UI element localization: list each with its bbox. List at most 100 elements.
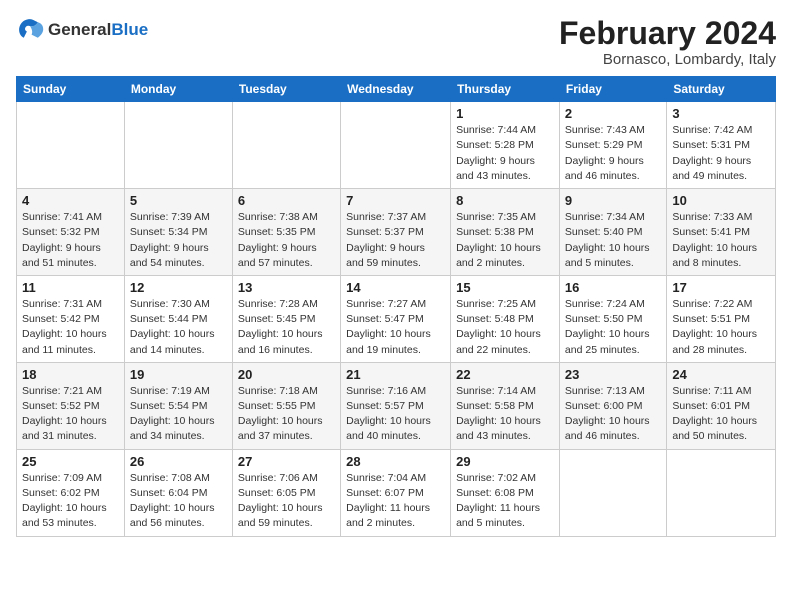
table-row: 21 Sunrise: 7:16 AMSunset: 5:57 PMDayligh… [341, 362, 451, 449]
month-title: February 2024 [559, 16, 776, 51]
col-saturday: Saturday [667, 77, 776, 102]
table-row: 20Sunrise: 7:18 AMSunset: 5:55 PMDayligh… [232, 362, 340, 449]
day-number: 10 [672, 193, 770, 208]
day-info: Sunrise: 7:04 AMSunset: 6:07 PMDaylight:… [346, 471, 445, 532]
day-info: Sunrise: 7:19 AMSunset: 5:54 PMDaylight:… [130, 384, 227, 445]
logo-bird-icon [16, 16, 44, 44]
day-number: 15 [456, 280, 554, 295]
col-sunday: Sunday [17, 77, 125, 102]
calendar-week-row: 4 Sunrise: 7:41 AMSunset: 5:32 PMDaylight… [17, 189, 776, 276]
day-number: 9 [565, 193, 661, 208]
table-row: 3 Sunrise: 7:42 AMSunset: 5:31 PMDaylight… [667, 102, 776, 189]
table-row: 18Sunrise: 7:21 AMSunset: 5:52 PMDayligh… [17, 362, 125, 449]
table-row: 8Sunrise: 7:35 AMSunset: 5:38 PMDaylight… [451, 189, 560, 276]
table-row: 22Sunrise: 7:14 AMSunset: 5:58 PMDayligh… [451, 362, 560, 449]
table-row: 29Sunrise: 7:02 AMSunset: 6:08 PMDayligh… [451, 449, 560, 536]
table-row: 17 Sunrise: 7:22 AMSunset: 5:51 PMDayligh… [667, 275, 776, 362]
col-tuesday: Tuesday [232, 77, 340, 102]
calendar-table: Sunday Monday Tuesday Wednesday Thursday… [16, 76, 776, 536]
logo-blue: Blue [111, 20, 148, 39]
table-row: 13Sunrise: 7:28 AMSunset: 5:45 PMDayligh… [232, 275, 340, 362]
table-row: 11 Sunrise: 7:31 AMSunset: 5:42 PMDayligh… [17, 275, 125, 362]
day-number: 12 [130, 280, 227, 295]
col-friday: Friday [559, 77, 666, 102]
day-number: 11 [22, 280, 119, 295]
table-row [667, 449, 776, 536]
logo-general: General [48, 20, 111, 39]
day-info: Sunrise: 7:39 AMSunset: 5:34 PMDaylight:… [130, 210, 227, 271]
day-number: 26 [130, 454, 227, 469]
col-monday: Monday [124, 77, 232, 102]
table-row: 10 Sunrise: 7:33 AMSunset: 5:41 PMDayligh… [667, 189, 776, 276]
table-row: 6Sunrise: 7:38 AMSunset: 5:35 PMDaylight… [232, 189, 340, 276]
table-row [17, 102, 125, 189]
day-info: Sunrise: 7:35 AMSunset: 5:38 PMDaylight:… [456, 210, 554, 271]
day-number: 17 [672, 280, 770, 295]
day-number: 2 [565, 106, 661, 121]
day-info: Sunrise: 7:44 AMSunset: 5:28 PMDaylight:… [456, 123, 554, 184]
calendar-header-row: Sunday Monday Tuesday Wednesday Thursday… [17, 77, 776, 102]
day-number: 3 [672, 106, 770, 121]
day-number: 28 [346, 454, 445, 469]
day-info: Sunrise: 7:11 AMSunset: 6:01 PMDaylight:… [672, 384, 770, 445]
day-info: Sunrise: 7:27 AMSunset: 5:47 PMDaylight:… [346, 297, 445, 358]
table-row [124, 102, 232, 189]
col-wednesday: Wednesday [341, 77, 451, 102]
day-number: 1 [456, 106, 554, 121]
table-row: 14 Sunrise: 7:27 AMSunset: 5:47 PMDayligh… [341, 275, 451, 362]
calendar-week-row: 1 Sunrise: 7:44 AMSunset: 5:28 PMDaylight… [17, 102, 776, 189]
day-info: Sunrise: 7:14 AMSunset: 5:58 PMDaylight:… [456, 384, 554, 445]
day-info: Sunrise: 7:08 AMSunset: 6:04 PMDaylight:… [130, 471, 227, 532]
table-row: 25 Sunrise: 7:09 AMSunset: 6:02 PMDayligh… [17, 449, 125, 536]
table-row: 15Sunrise: 7:25 AMSunset: 5:48 PMDayligh… [451, 275, 560, 362]
day-info: Sunrise: 7:37 AMSunset: 5:37 PMDaylight:… [346, 210, 445, 271]
day-number: 29 [456, 454, 554, 469]
day-number: 4 [22, 193, 119, 208]
table-row: 24 Sunrise: 7:11 AMSunset: 6:01 PMDayligh… [667, 362, 776, 449]
table-row: 2 Sunrise: 7:43 AMSunset: 5:29 PMDaylight… [559, 102, 666, 189]
day-info: Sunrise: 7:42 AMSunset: 5:31 PMDaylight:… [672, 123, 770, 184]
day-info: Sunrise: 7:30 AMSunset: 5:44 PMDaylight:… [130, 297, 227, 358]
header: GeneralBlue February 2024 Bornasco, Lomb… [16, 16, 776, 68]
day-info: Sunrise: 7:09 AMSunset: 6:02 PMDaylight:… [22, 471, 119, 532]
table-row: 5 Sunrise: 7:39 AMSunset: 5:34 PMDaylight… [124, 189, 232, 276]
day-number: 25 [22, 454, 119, 469]
location: Bornasco, Lombardy, Italy [559, 51, 776, 68]
day-info: Sunrise: 7:06 AMSunset: 6:05 PMDaylight:… [238, 471, 335, 532]
table-row: 7 Sunrise: 7:37 AMSunset: 5:37 PMDaylight… [341, 189, 451, 276]
day-number: 7 [346, 193, 445, 208]
page: GeneralBlue February 2024 Bornasco, Lomb… [0, 0, 792, 547]
day-info: Sunrise: 7:24 AMSunset: 5:50 PMDaylight:… [565, 297, 661, 358]
col-thursday: Thursday [451, 77, 560, 102]
day-number: 24 [672, 367, 770, 382]
table-row: 12 Sunrise: 7:30 AMSunset: 5:44 PMDayligh… [124, 275, 232, 362]
day-info: Sunrise: 7:43 AMSunset: 5:29 PMDaylight:… [565, 123, 661, 184]
table-row [341, 102, 451, 189]
day-number: 21 [346, 367, 445, 382]
day-number: 14 [346, 280, 445, 295]
table-row: 28 Sunrise: 7:04 AMSunset: 6:07 PMDayligh… [341, 449, 451, 536]
day-number: 23 [565, 367, 661, 382]
day-info: Sunrise: 7:31 AMSunset: 5:42 PMDaylight:… [22, 297, 119, 358]
calendar-week-row: 25 Sunrise: 7:09 AMSunset: 6:02 PMDayligh… [17, 449, 776, 536]
day-info: Sunrise: 7:33 AMSunset: 5:41 PMDaylight:… [672, 210, 770, 271]
day-number: 20 [238, 367, 335, 382]
table-row: 9 Sunrise: 7:34 AMSunset: 5:40 PMDaylight… [559, 189, 666, 276]
day-number: 27 [238, 454, 335, 469]
calendar-week-row: 18Sunrise: 7:21 AMSunset: 5:52 PMDayligh… [17, 362, 776, 449]
day-number: 5 [130, 193, 227, 208]
table-row: 19Sunrise: 7:19 AMSunset: 5:54 PMDayligh… [124, 362, 232, 449]
day-info: Sunrise: 7:28 AMSunset: 5:45 PMDaylight:… [238, 297, 335, 358]
day-info: Sunrise: 7:38 AMSunset: 5:35 PMDaylight:… [238, 210, 335, 271]
calendar-week-row: 11 Sunrise: 7:31 AMSunset: 5:42 PMDayligh… [17, 275, 776, 362]
day-info: Sunrise: 7:21 AMSunset: 5:52 PMDaylight:… [22, 384, 119, 445]
table-row: 16 Sunrise: 7:24 AMSunset: 5:50 PMDayligh… [559, 275, 666, 362]
day-info: Sunrise: 7:34 AMSunset: 5:40 PMDaylight:… [565, 210, 661, 271]
day-info: Sunrise: 7:13 AMSunset: 6:00 PMDaylight:… [565, 384, 661, 445]
day-number: 16 [565, 280, 661, 295]
logo-text: GeneralBlue [48, 20, 148, 40]
day-info: Sunrise: 7:22 AMSunset: 5:51 PMDaylight:… [672, 297, 770, 358]
day-info: Sunrise: 7:41 AMSunset: 5:32 PMDaylight:… [22, 210, 119, 271]
day-info: Sunrise: 7:16 AMSunset: 5:57 PMDaylight:… [346, 384, 445, 445]
table-row [559, 449, 666, 536]
